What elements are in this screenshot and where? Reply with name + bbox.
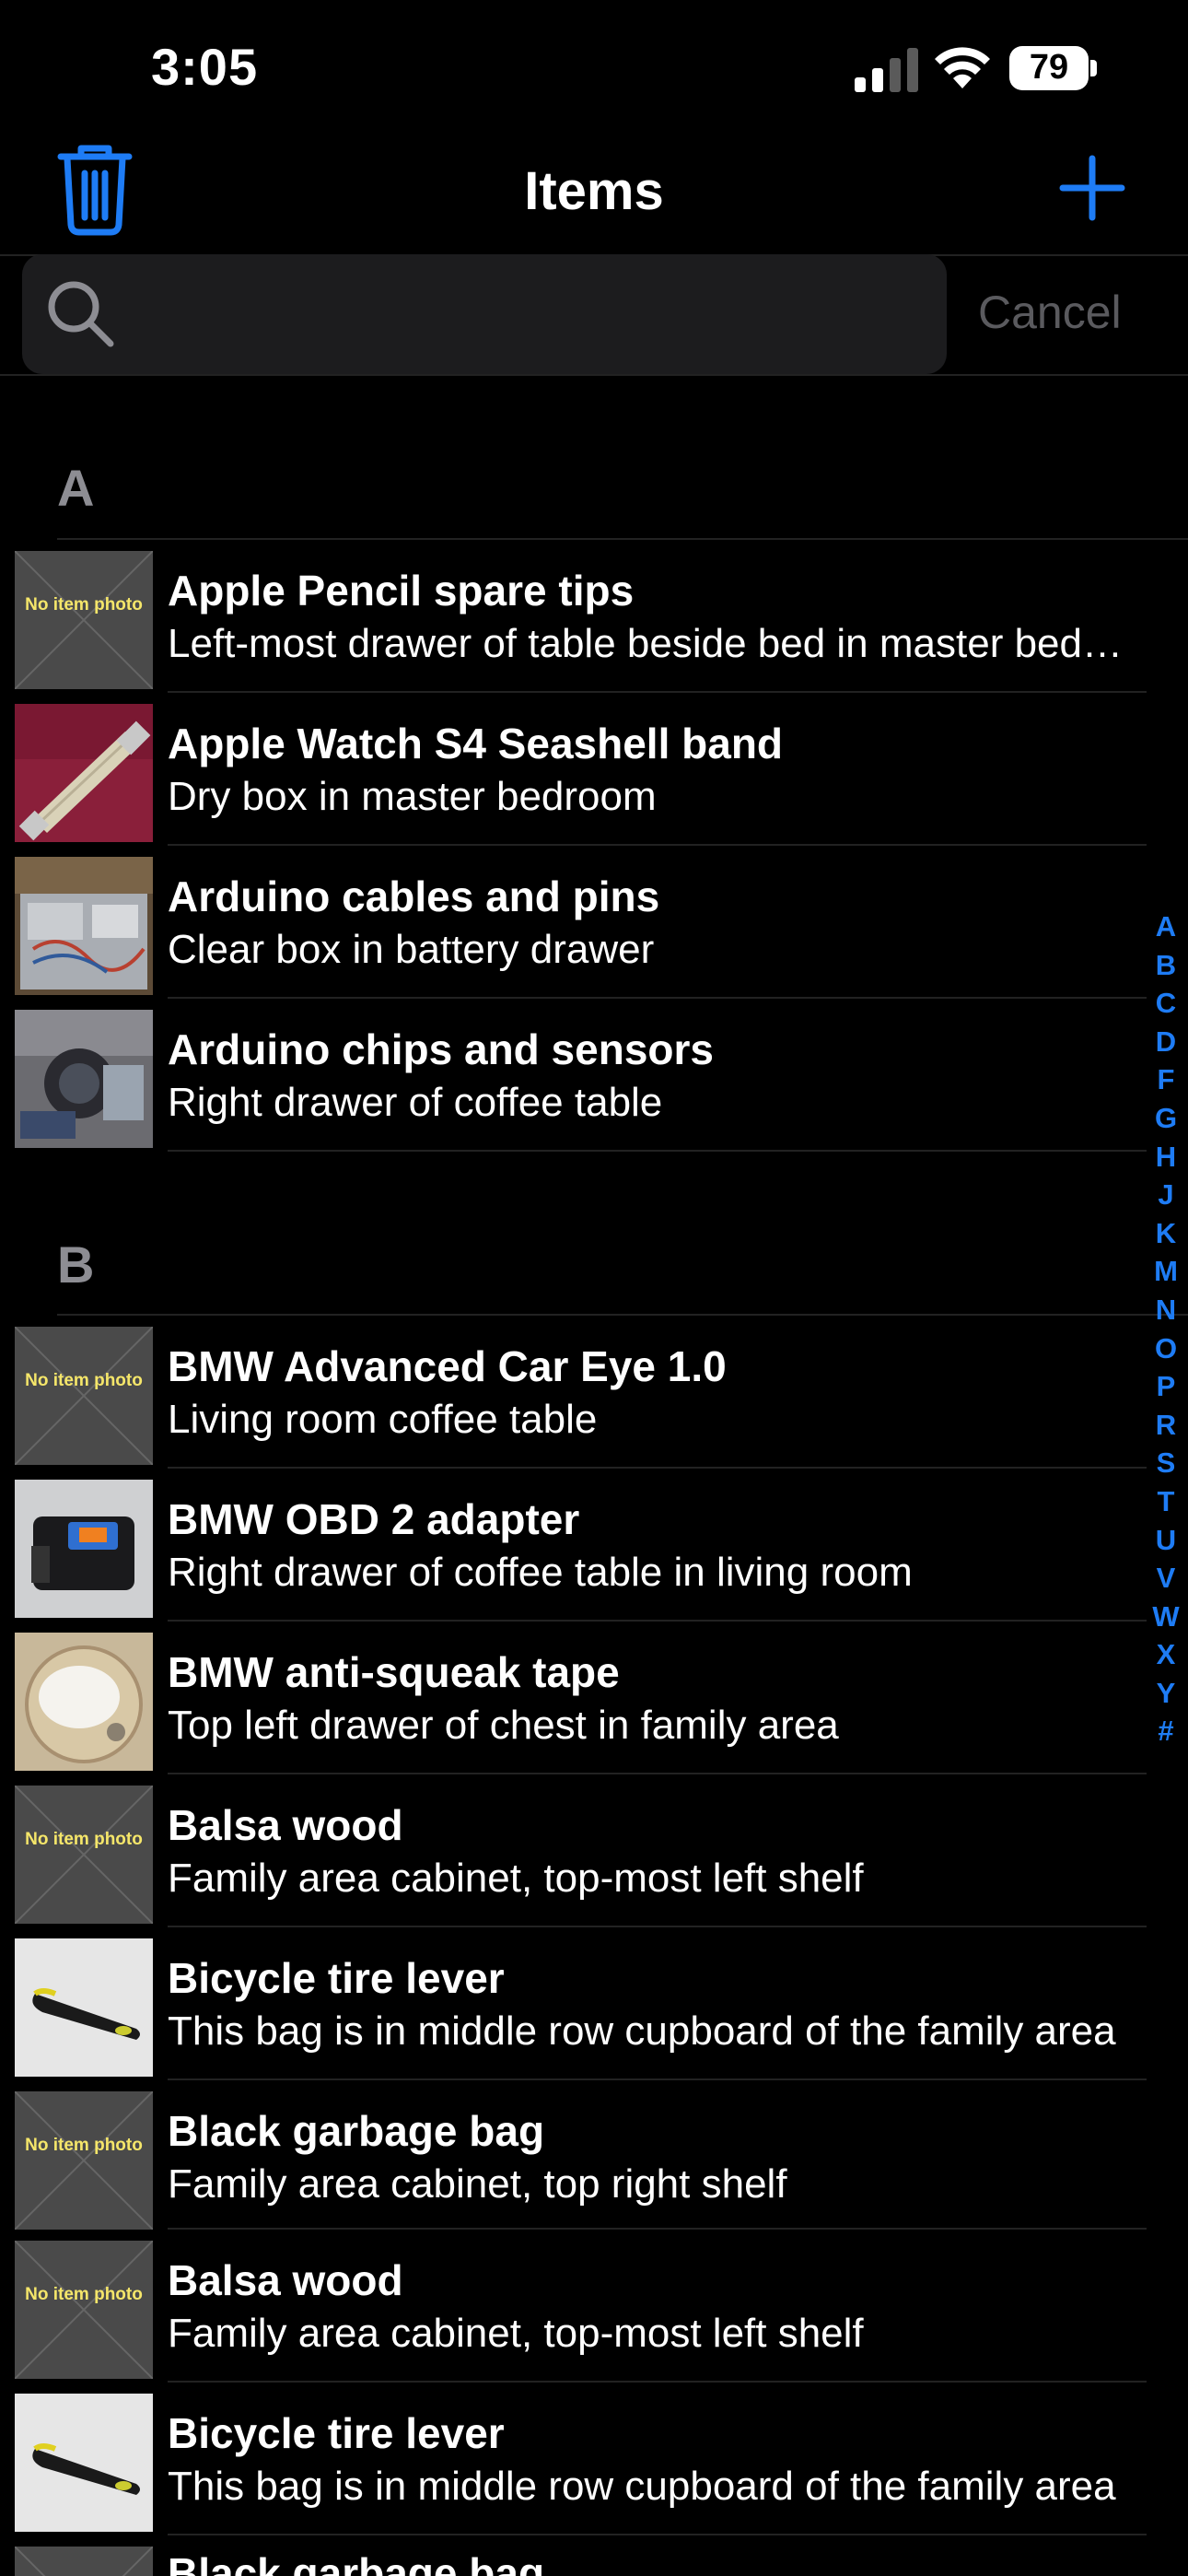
- index-letter[interactable]: Y: [1147, 1674, 1184, 1713]
- index-letter[interactable]: D: [1147, 1023, 1184, 1061]
- no-photo-placeholder: No item photo: [15, 2241, 153, 2379]
- status-time: 3:05: [151, 38, 259, 96]
- battery-icon: 79: [1009, 46, 1098, 92]
- status-bar: 3:05 79: [0, 0, 1188, 138]
- list-item[interactable]: Arduino cables and pins Clear box in bat…: [0, 846, 1147, 999]
- index-letter[interactable]: X: [1147, 1635, 1184, 1674]
- item-title: Balsa wood: [168, 2256, 403, 2304]
- index-letter[interactable]: M: [1147, 1252, 1184, 1291]
- section-header-a: A: [57, 459, 95, 517]
- no-photo-placeholder: No item photo: [15, 551, 153, 689]
- index-letter[interactable]: B: [1147, 946, 1184, 985]
- index-letter[interactable]: J: [1147, 1176, 1184, 1214]
- index-letter[interactable]: R: [1147, 1406, 1184, 1445]
- no-photo-label: No item photo: [25, 1371, 143, 1390]
- page-title: Items: [524, 161, 664, 221]
- item-location: Right drawer of coffee table: [168, 1080, 663, 1125]
- index-letter[interactable]: N: [1147, 1291, 1184, 1329]
- item-location: Living room coffee table: [168, 1397, 598, 1442]
- list-item[interactable]: No item photo Apple Pencil spare tips Le…: [0, 540, 1147, 693]
- item-title: BMW OBD 2 adapter: [168, 1495, 580, 1543]
- arduino-chips-photo: [15, 1010, 153, 1148]
- tape-roll-photo: [15, 1633, 153, 1771]
- section-header-b: B: [57, 1235, 95, 1294]
- search-bar: Cancel: [0, 254, 1188, 376]
- index-letter[interactable]: V: [1147, 1559, 1184, 1598]
- index-letter[interactable]: O: [1147, 1329, 1184, 1368]
- no-photo-placeholder: No item photo: [15, 2091, 153, 2230]
- index-letter[interactable]: F: [1147, 1060, 1184, 1099]
- item-location: Right drawer of coffee table in living r…: [168, 1550, 913, 1595]
- search-field[interactable]: [22, 254, 947, 374]
- section-index[interactable]: A B C D F G H J K M N O P R S T U V W X …: [1147, 907, 1184, 1751]
- row-divider: [168, 1150, 1147, 1152]
- search-input[interactable]: [133, 273, 928, 357]
- item-title: Black garbage bag: [168, 2549, 545, 2576]
- list-item[interactable]: No item photo Balsa wood Family area cab…: [0, 2230, 1147, 2383]
- item-title: BMW anti-squeak tape: [168, 1648, 620, 1696]
- no-photo-placeholder: No item photo: [15, 1327, 153, 1465]
- arduino-cables-photo: [15, 857, 153, 995]
- item-location: Dry box in master bedroom: [168, 774, 657, 819]
- item-location: Left-most drawer of table beside bed in …: [168, 621, 1135, 666]
- item-location: Clear box in battery drawer: [168, 927, 655, 972]
- list-item[interactable]: No item photo Black garbage bag Family a…: [0, 2080, 1147, 2233]
- battery-level: 79: [1029, 48, 1069, 87]
- item-title: Black garbage bag: [168, 2107, 545, 2155]
- item-title: Apple Pencil spare tips: [168, 567, 635, 615]
- item-location: Family area cabinet, top right shelf: [168, 2161, 787, 2207]
- item-title: Bicycle tire lever: [168, 1954, 505, 2002]
- no-photo-placeholder: [15, 2547, 153, 2576]
- item-title: BMW Advanced Car Eye 1.0: [168, 1342, 727, 1390]
- tire-lever-photo: [15, 1938, 153, 2077]
- item-location: Family area cabinet, top-most left shelf: [168, 1856, 864, 1901]
- cellular-signal-icon: [855, 48, 918, 92]
- item-title: Balsa wood: [168, 1801, 403, 1849]
- item-title: Arduino cables and pins: [168, 872, 660, 920]
- cancel-button[interactable]: Cancel: [978, 286, 1122, 339]
- tire-lever-photo: [15, 2394, 153, 2532]
- item-location: This bag is in middle row cupboard of th…: [168, 2464, 1116, 2509]
- item-location: Top left drawer of chest in family area: [168, 1703, 839, 1748]
- list-item[interactable]: No item photo Balsa wood Family area cab…: [0, 1774, 1147, 1927]
- index-letter[interactable]: T: [1147, 1482, 1184, 1521]
- list-item[interactable]: Bicycle tire lever This bag is in middle…: [0, 1927, 1147, 2080]
- index-letter[interactable]: G: [1147, 1099, 1184, 1138]
- list-item[interactable]: BMW OBD 2 adapter Right drawer of coffee…: [0, 1469, 1147, 1622]
- no-photo-label: No item photo: [25, 2285, 143, 2304]
- no-photo-label: No item photo: [25, 595, 143, 615]
- list-item[interactable]: Arduino chips and sensors Right drawer o…: [0, 999, 1147, 1152]
- index-letter[interactable]: A: [1147, 907, 1184, 946]
- item-location: This bag is in middle row cupboard of th…: [168, 2008, 1116, 2054]
- index-letter[interactable]: #: [1147, 1712, 1184, 1751]
- index-letter[interactable]: K: [1147, 1214, 1184, 1253]
- item-title: Arduino chips and sensors: [168, 1025, 714, 1073]
- index-letter[interactable]: U: [1147, 1521, 1184, 1560]
- list-item[interactable]: Bicycle tire lever This bag is in middle…: [0, 2383, 1147, 2535]
- list-item[interactable]: Apple Watch S4 Seashell band Dry box in …: [0, 693, 1147, 846]
- navigation-bar: Items: [0, 138, 1188, 256]
- item-title: Bicycle tire lever: [168, 2409, 505, 2457]
- list-item[interactable]: No item photo BMW Advanced Car Eye 1.0 L…: [0, 1316, 1147, 1469]
- wifi-icon: [935, 47, 990, 88]
- index-letter[interactable]: H: [1147, 1138, 1184, 1177]
- no-photo-label: No item photo: [25, 1830, 143, 1849]
- obd-adapter-photo: [15, 1480, 153, 1618]
- list-item[interactable]: Black garbage bag: [0, 2535, 1147, 2576]
- no-photo-placeholder: No item photo: [15, 1786, 153, 1924]
- index-letter[interactable]: P: [1147, 1367, 1184, 1406]
- index-letter[interactable]: C: [1147, 984, 1184, 1023]
- index-letter[interactable]: S: [1147, 1444, 1184, 1482]
- no-photo-label: No item photo: [25, 2136, 143, 2155]
- watch-band-photo: [15, 704, 153, 842]
- list-item[interactable]: BMW anti-squeak tape Top left drawer of …: [0, 1622, 1147, 1774]
- item-location: Family area cabinet, top-most left shelf: [168, 2311, 864, 2356]
- plus-icon[interactable]: [1059, 155, 1125, 221]
- item-title: Apple Watch S4 Seashell band: [168, 720, 784, 767]
- search-icon: [48, 281, 114, 347]
- index-letter[interactable]: W: [1147, 1598, 1184, 1636]
